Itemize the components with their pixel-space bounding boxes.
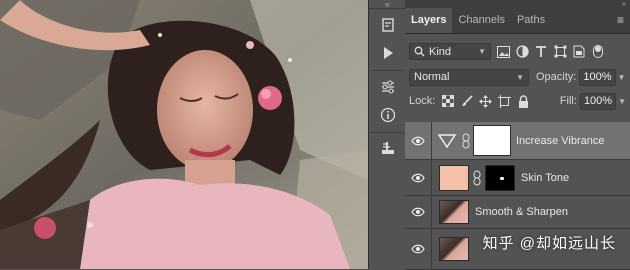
layer-mask-thumbnail[interactable] bbox=[473, 125, 511, 156]
fill-input[interactable]: 100% bbox=[579, 92, 617, 110]
info-icon bbox=[380, 107, 395, 123]
mask-spot bbox=[500, 176, 504, 180]
vibrance-triangle-icon bbox=[437, 133, 457, 148]
chevron-down-icon: ▼ bbox=[516, 72, 524, 82]
visibility-toggle[interactable] bbox=[405, 136, 431, 146]
filter-kind-select[interactable]: Kind ▼ bbox=[409, 43, 491, 60]
adjustment-filter-icon bbox=[515, 45, 529, 58]
filter-toggle-icon bbox=[593, 45, 603, 58]
info-button[interactable] bbox=[374, 103, 401, 127]
tab-paths[interactable]: Paths bbox=[511, 8, 551, 33]
adjustment-thumb bbox=[432, 133, 462, 149]
panel-strip-grip[interactable]: « bbox=[369, 0, 406, 9]
chain-link-icon[interactable] bbox=[462, 133, 470, 149]
layer-separator bbox=[431, 160, 432, 195]
artboard-icon bbox=[498, 94, 512, 108]
chain-link-icon[interactable] bbox=[473, 170, 481, 186]
filter-row: Kind ▼ bbox=[405, 38, 630, 65]
search-icon bbox=[414, 46, 425, 57]
opacity-chevron-icon[interactable]: ▼ bbox=[618, 73, 626, 82]
visibility-toggle[interactable] bbox=[405, 207, 431, 217]
panel-tabs: Layers Channels Paths ≡ bbox=[405, 8, 630, 34]
properties-icon bbox=[381, 142, 394, 154]
filter-kind-label: Kind bbox=[429, 45, 452, 58]
photo-illustration bbox=[0, 0, 368, 269]
layer-separator bbox=[431, 229, 432, 269]
fill-label: Fill: bbox=[559, 95, 577, 107]
filter-toggle-button[interactable] bbox=[591, 45, 605, 59]
lock-row: Lock: Fill: 100% ▼ bbox=[405, 89, 630, 113]
checkerboard-icon bbox=[441, 95, 454, 107]
visibility-toggle[interactable] bbox=[405, 244, 431, 254]
lock-all-button[interactable] bbox=[517, 94, 530, 108]
play-action-icon bbox=[383, 47, 393, 59]
history-icon bbox=[381, 18, 394, 32]
layer-thumbnail[interactable] bbox=[439, 200, 469, 224]
visibility-toggle[interactable] bbox=[405, 173, 431, 183]
lock-artboard-button[interactable] bbox=[498, 94, 512, 108]
opacity-input[interactable]: 100% bbox=[579, 68, 616, 86]
layer-thumbnail[interactable] bbox=[439, 237, 469, 261]
layer-name: Increase Vibrance bbox=[516, 134, 605, 147]
layer-row-increase-vibrance[interactable]: Increase Vibrance bbox=[405, 122, 630, 160]
lock-image-pixels-button[interactable] bbox=[460, 95, 473, 108]
watermark: 知乎 @却如远山长 bbox=[483, 232, 616, 253]
blend-mode-value: Normal bbox=[414, 71, 450, 83]
smart-object-filter-icon bbox=[573, 45, 585, 58]
lock-icon bbox=[519, 94, 529, 108]
collapse-arrows-icon[interactable]: « bbox=[385, 0, 390, 9]
tab-channels[interactable]: Channels bbox=[452, 8, 510, 33]
actions-button[interactable] bbox=[374, 41, 401, 65]
eye-icon bbox=[411, 136, 425, 145]
image-filter-icon bbox=[496, 45, 510, 58]
canvas-photo bbox=[0, 0, 368, 269]
adjustments-icon bbox=[381, 80, 394, 94]
layer-mask-thumbnail[interactable] bbox=[485, 164, 515, 191]
shape-filter-icon bbox=[554, 45, 566, 58]
layer-name: Smooth & Sharpen bbox=[475, 206, 568, 218]
expand-arrows-icon[interactable]: » bbox=[622, 0, 626, 8]
history-button[interactable] bbox=[374, 13, 401, 37]
filter-adjustment-button[interactable] bbox=[515, 45, 529, 59]
collapsed-panel-strip: « bbox=[368, 0, 407, 269]
filter-pixel-button[interactable] bbox=[496, 45, 510, 59]
fill-chevron-icon[interactable]: ▼ bbox=[618, 97, 626, 106]
tool-separator bbox=[371, 70, 404, 71]
properties-button[interactable] bbox=[374, 137, 401, 161]
adjustments-button[interactable] bbox=[374, 75, 401, 99]
eye-icon bbox=[411, 244, 425, 254]
layer-name: Skin Tone bbox=[521, 171, 570, 184]
color-fill-thumbnail[interactable] bbox=[439, 164, 469, 191]
panel-collapse-bar[interactable]: » bbox=[405, 0, 630, 8]
layer-separator bbox=[431, 196, 432, 228]
blend-row: Normal ▼ Opacity: 100% ▼ bbox=[405, 65, 630, 89]
opacity-label: Opacity: bbox=[536, 71, 577, 83]
layers-panel: » Layers Channels Paths ≡ Kind ▼ Normal … bbox=[405, 0, 630, 270]
lock-position-button[interactable] bbox=[479, 94, 493, 108]
eye-icon bbox=[411, 173, 425, 182]
watermark-text: 知乎 @却如远山长 bbox=[482, 235, 616, 252]
filter-smart-object-button[interactable] bbox=[572, 45, 586, 59]
eye-icon bbox=[411, 207, 425, 217]
lock-label: Lock: bbox=[409, 95, 436, 107]
layer-row-skin-tone[interactable]: Skin Tone bbox=[405, 160, 630, 196]
panel-menu-icon[interactable]: ≡ bbox=[617, 8, 630, 33]
chevron-down-icon: ▼ bbox=[478, 47, 486, 56]
filter-shape-button[interactable] bbox=[553, 45, 567, 59]
type-filter-icon bbox=[536, 45, 546, 57]
move-icon bbox=[479, 94, 493, 108]
brush-icon bbox=[461, 95, 473, 106]
filter-type-button[interactable] bbox=[534, 45, 548, 59]
tab-layers[interactable]: Layers bbox=[405, 8, 453, 33]
lock-transparent-pixels-button[interactable] bbox=[441, 95, 454, 108]
layer-row-smooth-sharpen[interactable]: Smooth & Sharpen bbox=[405, 196, 630, 229]
blend-mode-select[interactable]: Normal ▼ bbox=[409, 68, 529, 86]
tool-separator bbox=[371, 132, 404, 133]
